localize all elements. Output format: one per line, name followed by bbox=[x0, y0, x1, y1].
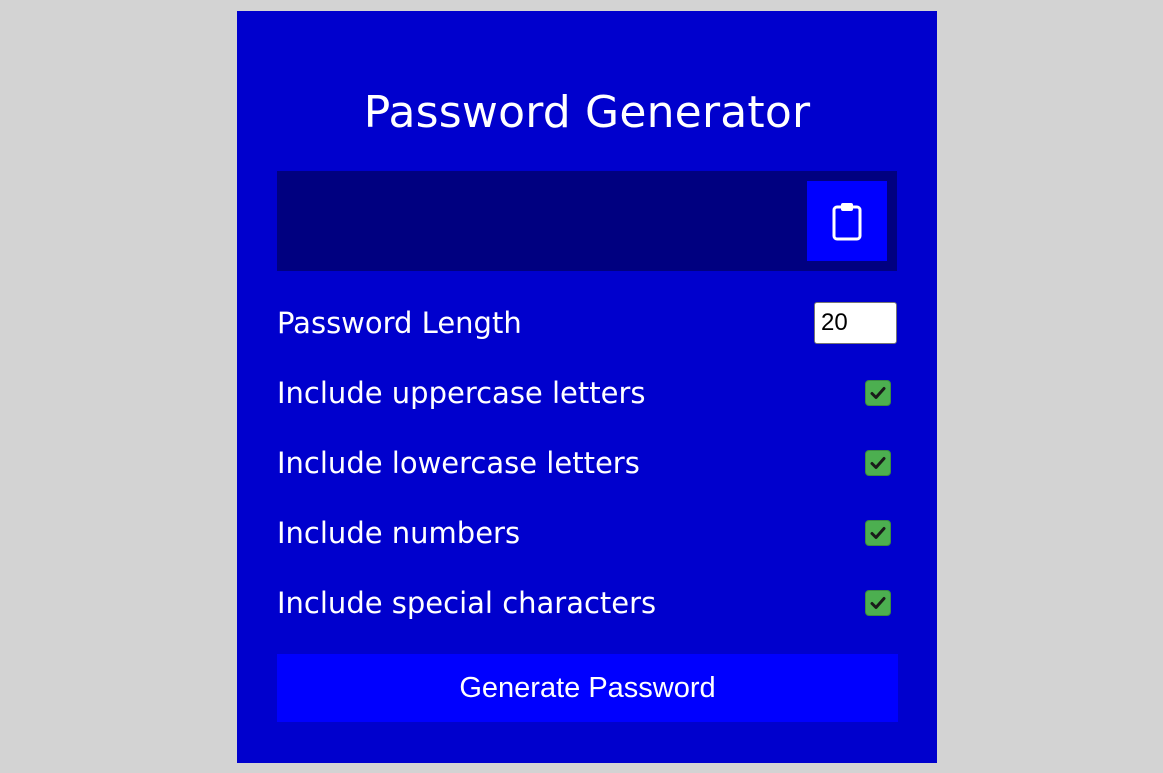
lowercase-checkbox[interactable] bbox=[865, 450, 891, 476]
numbers-checkbox[interactable] bbox=[865, 520, 891, 546]
uppercase-checkbox[interactable] bbox=[865, 380, 891, 406]
uppercase-label: Include uppercase letters bbox=[277, 376, 646, 410]
checkmark-icon bbox=[870, 597, 886, 609]
setting-numbers: Include numbers bbox=[277, 511, 897, 555]
password-generator-card: Password Generator Password Length Inclu… bbox=[237, 11, 937, 763]
page-title: Password Generator bbox=[363, 87, 811, 138]
password-length-input[interactable] bbox=[814, 302, 897, 344]
clipboard-icon bbox=[831, 201, 863, 241]
symbols-checkbox[interactable] bbox=[865, 590, 891, 616]
setting-length: Password Length bbox=[277, 301, 897, 345]
password-length-label: Password Length bbox=[277, 306, 522, 340]
copy-to-clipboard-button[interactable] bbox=[807, 181, 887, 261]
setting-uppercase: Include uppercase letters bbox=[277, 371, 897, 415]
lowercase-label: Include lowercase letters bbox=[277, 446, 640, 480]
generate-password-button[interactable]: Generate Password bbox=[277, 654, 898, 722]
setting-lowercase: Include lowercase letters bbox=[277, 441, 897, 485]
setting-symbols: Include special characters bbox=[277, 581, 897, 625]
numbers-label: Include numbers bbox=[277, 516, 521, 550]
checkmark-icon bbox=[870, 457, 886, 469]
password-result-box bbox=[277, 171, 897, 271]
checkmark-icon bbox=[870, 387, 886, 399]
symbols-label: Include special characters bbox=[277, 586, 657, 620]
checkmark-icon bbox=[870, 527, 886, 539]
